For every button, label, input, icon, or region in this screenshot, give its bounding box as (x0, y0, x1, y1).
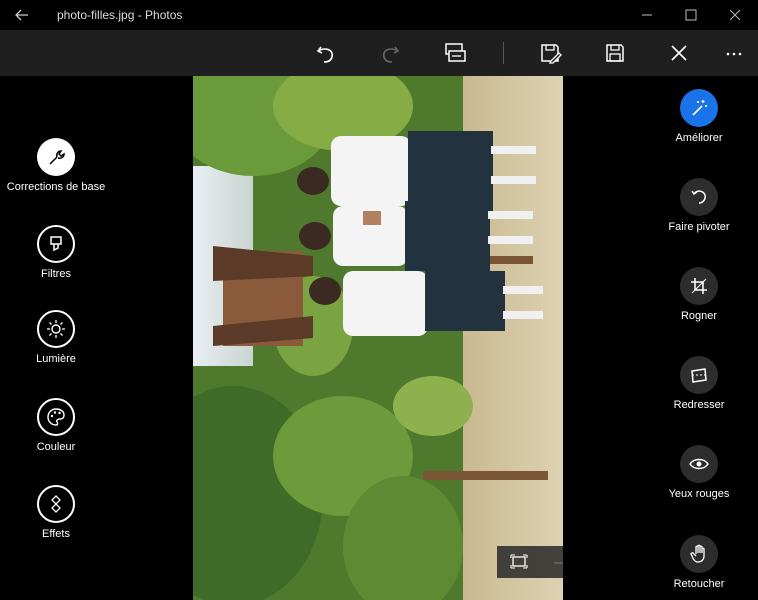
tool-label: Redresser (673, 399, 725, 411)
tool-light[interactable]: Lumière (0, 310, 116, 367)
save-icon[interactable] (597, 37, 633, 69)
crop-icon (680, 267, 718, 305)
actions-panel: Améliorer Faire pivoter Rogner Redresser… (563, 76, 758, 600)
tool-label: Lumière (36, 353, 76, 365)
tool-label: Filtres (41, 268, 71, 280)
undo-icon[interactable] (308, 37, 344, 69)
tool-color[interactable]: Couleur (0, 398, 116, 455)
palette-icon (37, 398, 75, 436)
fit-to-screen-icon[interactable] (501, 546, 537, 578)
tool-label: Effets (42, 528, 70, 540)
save-copy-icon[interactable] (532, 37, 568, 69)
tool-effects[interactable]: Effets (0, 485, 116, 542)
magic-wand-icon (680, 89, 718, 127)
tool-crop[interactable]: Rogner (639, 267, 758, 324)
maximize-icon[interactable] (668, 0, 714, 30)
tool-label: Faire pivoter (668, 221, 730, 233)
redo-icon[interactable] (372, 37, 408, 69)
adjustments-panel: Corrections de base Filtres Lumière Coul… (0, 76, 193, 600)
toolbar-separator (503, 42, 504, 64)
edit-toolbar (0, 30, 758, 76)
minimize-icon[interactable] (624, 0, 670, 30)
compare-icon[interactable] (437, 37, 473, 69)
filter-icon (37, 225, 75, 263)
photo-canvas[interactable] (193, 76, 563, 600)
window-close-icon[interactable] (712, 0, 758, 30)
tool-filters[interactable]: Filtres (0, 225, 116, 282)
title-bar: photo-filles.jpg - Photos (0, 0, 758, 30)
tool-red-eye[interactable]: Yeux rouges (639, 445, 758, 502)
effects-icon (37, 485, 75, 523)
tool-label: Corrections de base (6, 181, 106, 193)
tool-label: Retoucher (673, 578, 725, 590)
more-icon[interactable] (716, 37, 752, 69)
light-icon (37, 310, 75, 348)
tool-straighten[interactable]: Redresser (639, 356, 758, 413)
tool-basic-fixes[interactable]: Corrections de base (0, 138, 116, 195)
tool-label: Yeux rouges (668, 488, 730, 500)
close-icon[interactable] (661, 37, 697, 69)
tool-enhance[interactable]: Améliorer (639, 89, 758, 146)
straighten-icon (680, 356, 718, 394)
window-title: photo-filles.jpg - Photos (57, 8, 183, 22)
tool-label: Améliorer (675, 132, 723, 144)
eye-icon (680, 445, 718, 483)
wrench-icon (37, 138, 75, 176)
back-arrow-icon[interactable] (10, 4, 34, 26)
hand-icon (680, 535, 718, 573)
rotate-icon (680, 178, 718, 216)
tool-rotate[interactable]: Faire pivoter (639, 178, 758, 235)
tool-label: Rogner (680, 310, 718, 322)
tool-retouch[interactable]: Retoucher (639, 535, 758, 592)
tool-label: Couleur (36, 441, 76, 453)
